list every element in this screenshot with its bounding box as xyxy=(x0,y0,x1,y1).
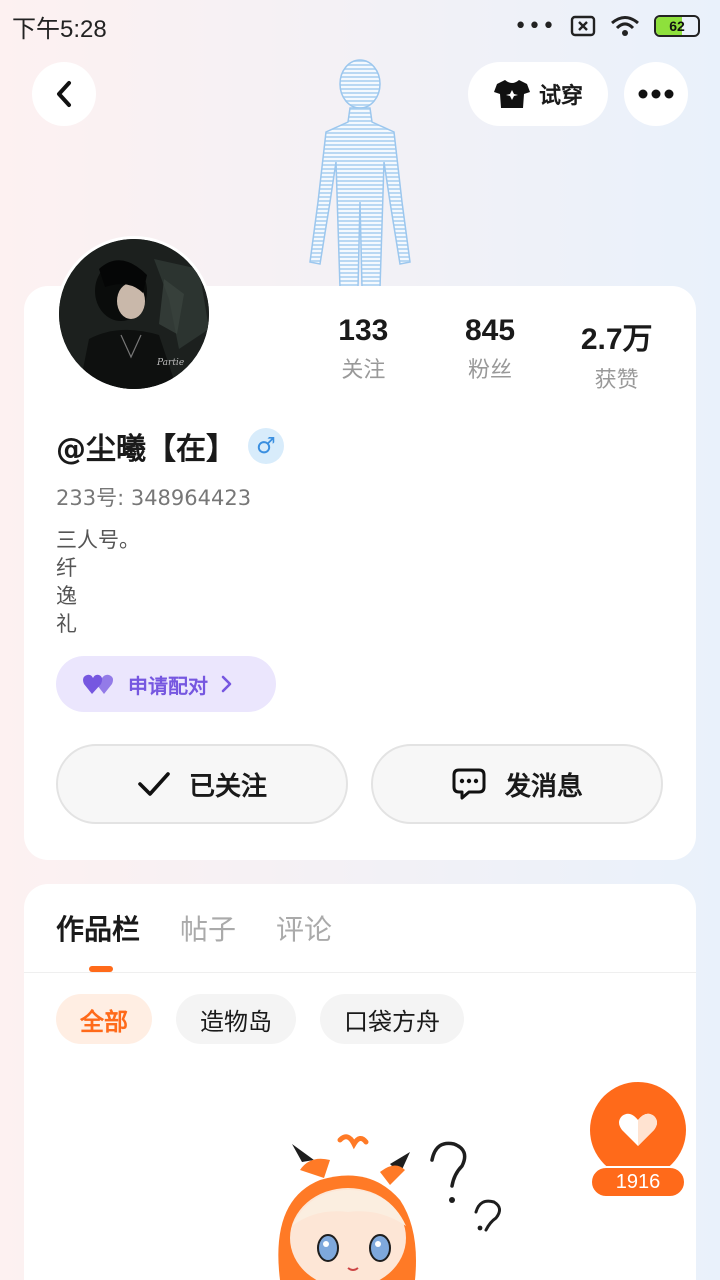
tab-posts[interactable]: 帖子 xyxy=(180,908,236,964)
followed-button[interactable]: 已关注 xyxy=(56,744,348,824)
stat-label: 粉丝 xyxy=(468,358,513,383)
stat-value: 845 xyxy=(464,314,516,347)
filter-pocket-ark[interactable]: 口袋方舟 xyxy=(320,994,464,1044)
request-pair-label: 申请配对 xyxy=(128,673,208,698)
send-message-button[interactable]: 发消息 xyxy=(371,744,663,824)
chat-bubble-icon xyxy=(452,768,486,800)
battery-icon: 62 xyxy=(654,15,700,37)
request-pair-button[interactable]: 申请配对 xyxy=(56,656,276,712)
try-on-button[interactable]: 试穿 xyxy=(468,62,608,126)
back-button[interactable] xyxy=(32,62,96,126)
send-message-label: 发消息 xyxy=(504,771,583,802)
profile-stats: 133 关注 845 粉丝 2.7万 获赞 xyxy=(300,314,680,394)
tab-divider xyxy=(24,972,696,973)
like-button[interactable] xyxy=(590,1082,686,1178)
3d-avatar-hologram xyxy=(309,59,411,288)
double-heart-icon xyxy=(83,674,113,694)
bio: 三人号。 纤 逸 礼 xyxy=(56,526,140,638)
bio-line: 礼 xyxy=(56,612,77,636)
wifi-icon xyxy=(611,16,639,36)
more-options-button[interactable] xyxy=(624,62,688,126)
stat-label: 获赞 xyxy=(594,368,639,393)
stat-following[interactable]: 133 关注 xyxy=(300,314,427,394)
shirt-icon xyxy=(493,80,530,108)
status-bar: 下午5:28 ••• 62 xyxy=(0,0,720,52)
bio-line: 三人号。 xyxy=(56,528,140,552)
followed-label: 已关注 xyxy=(188,771,267,802)
works-filter-chips: 全部 造物岛 口袋方舟 xyxy=(56,994,464,1044)
username-row: @尘曦【在】 ♂ xyxy=(56,424,284,468)
like-count: 1916 xyxy=(590,1166,686,1198)
sim-off-icon xyxy=(570,15,596,37)
stat-value: 133 xyxy=(338,314,389,347)
battery-level: 62 xyxy=(669,18,685,34)
status-time: 下午5:28 xyxy=(12,15,107,43)
status-icons: ••• 62 xyxy=(514,14,700,39)
svg-text:Partie: Partie xyxy=(156,358,184,368)
checkmark-icon xyxy=(138,772,170,796)
stat-label: 关注 xyxy=(341,358,386,383)
tab-comments[interactable]: 评论 xyxy=(276,908,332,964)
avatar-photo: Partie xyxy=(59,239,209,389)
tab-works[interactable]: 作品栏 xyxy=(56,908,140,964)
stat-likes[interactable]: 2.7万 获赞 xyxy=(553,314,680,394)
more-dots-icon xyxy=(638,89,674,99)
content-tabs: 作品栏 帖子 评论 xyxy=(56,908,332,964)
empty-state-mascot xyxy=(278,1134,501,1280)
more-notifications-icon: ••• xyxy=(514,13,556,39)
like-fab[interactable]: 1916 xyxy=(590,1082,686,1198)
filter-all[interactable]: 全部 xyxy=(56,994,152,1044)
stat-followers[interactable]: 845 粉丝 xyxy=(427,314,554,394)
username: @尘曦【在】 xyxy=(56,432,236,467)
bio-line: 纤 xyxy=(56,556,77,580)
filter-creation-island[interactable]: 造物岛 xyxy=(176,994,296,1044)
avatar[interactable]: Partie xyxy=(56,236,212,392)
heart-icon xyxy=(619,1113,657,1146)
user-id[interactable]: 233号: 348964423 xyxy=(56,482,251,512)
bio-line: 逸 xyxy=(56,584,77,608)
male-gender-icon: ♂ xyxy=(248,428,284,464)
chevron-right-icon xyxy=(221,675,232,693)
try-on-label: 试穿 xyxy=(538,84,583,109)
stat-value: 2.7万 xyxy=(580,323,653,356)
chevron-left-icon xyxy=(57,81,71,107)
